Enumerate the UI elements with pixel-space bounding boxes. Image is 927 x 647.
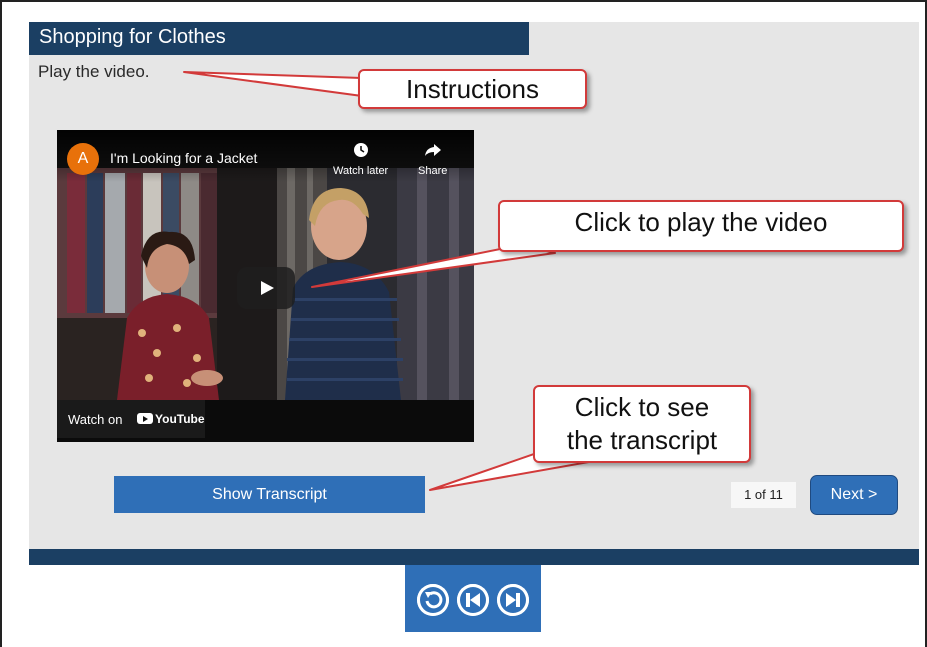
youtube-logo-icon: YouTube [137, 412, 205, 426]
share-arrow-icon [418, 142, 447, 163]
watch-later-button[interactable]: Watch later [333, 142, 388, 177]
next-button[interactable]: Next > [810, 475, 898, 515]
youtube-label: YouTube [155, 412, 205, 426]
play-video-callout-text: Click to play the video [574, 207, 828, 237]
playback-controls [405, 565, 541, 632]
play-video-callout: Click to play the video [498, 200, 904, 252]
share-button[interactable]: Share [418, 142, 447, 177]
transcript-callout-line2: the transcript [566, 425, 718, 455]
video-bottom-bar: Watch on YouTube [57, 400, 474, 442]
transcript-callout: Click to see the transcript [533, 385, 751, 463]
watch-on-label: Watch on [68, 412, 123, 427]
video-title[interactable]: I'm Looking for a Jacket [110, 150, 257, 166]
page-indicator: 1 of 11 [731, 482, 796, 508]
transcript-callout-line1: Click to see [574, 392, 710, 422]
replay-icon[interactable] [417, 584, 449, 616]
previous-icon[interactable] [457, 584, 489, 616]
video-player[interactable]: A I'm Looking for a Jacket Watch later S… [57, 130, 474, 442]
watch-on-youtube-button[interactable]: Watch on YouTube [57, 400, 205, 438]
instructions-callout: Instructions [358, 69, 587, 109]
clock-icon [333, 142, 388, 163]
play-icon[interactable] [237, 267, 295, 309]
watch-later-label: Watch later [333, 165, 389, 177]
lesson-title: Shopping for Clothes [39, 26, 226, 48]
instruction-text: Play the video. [38, 62, 150, 81]
lesson-title-bar: Shopping for Clothes [29, 22, 529, 55]
channel-avatar[interactable]: A [67, 143, 99, 175]
next-track-icon[interactable] [497, 584, 529, 616]
footer-bar [29, 549, 919, 565]
show-transcript-button[interactable]: Show Transcript [114, 476, 425, 513]
share-label: Share [418, 165, 448, 177]
instructions-callout-text: Instructions [406, 74, 539, 104]
